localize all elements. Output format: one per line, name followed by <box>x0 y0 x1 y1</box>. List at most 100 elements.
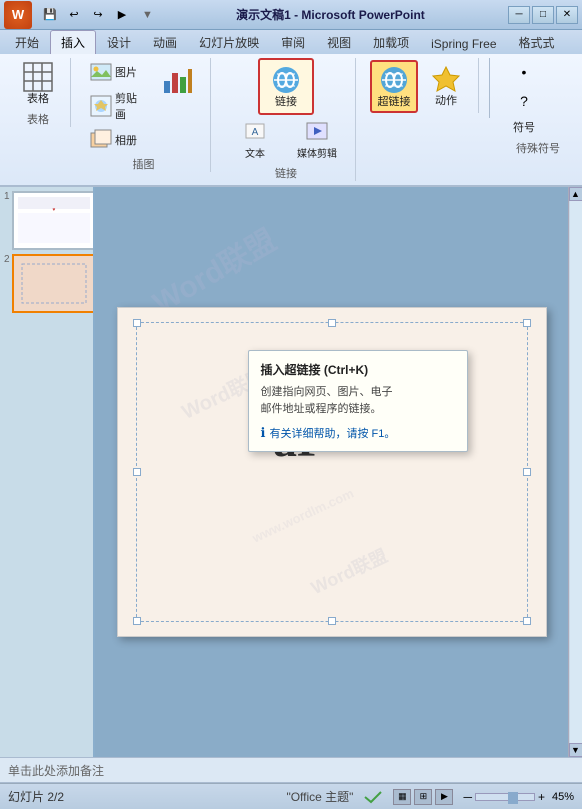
symbols-group-label: 待殊符号 <box>516 138 560 156</box>
ribbon-content: 表格 表格 图片 <box>0 54 582 185</box>
zoom-control: ─ + 45% <box>463 790 574 804</box>
insert-media-button[interactable]: 媒体剪辑 <box>287 117 347 163</box>
status-bar: 幻灯片 2/2 "Office 主题" ▦ ⊞ ▶ ─ + 45% <box>0 783 582 809</box>
hyperlink-button[interactable]: 超链接 <box>370 60 418 113</box>
tab-insert[interactable]: 插入 <box>50 30 96 54</box>
ribbon-group-links: 链接 A 文本 <box>217 58 356 181</box>
table-icon <box>22 61 54 93</box>
quick-undo[interactable]: ↩ <box>64 5 84 25</box>
ribbon-group-illustration: 图片 剪贴画 <box>77 58 211 172</box>
hyperlink-icon <box>378 64 410 96</box>
zoom-thumb[interactable] <box>508 792 518 804</box>
canvas-container: Word联盟 www.wordlm.com Word联盟 www.wordlm.… <box>95 187 582 757</box>
scroll-track[interactable] <box>570 201 582 743</box>
ribbon-group-hyperlink: 超链接 动作 <box>362 58 479 113</box>
slideshow-icon[interactable]: ▶ <box>435 789 453 805</box>
maximize-button[interactable]: □ <box>532 6 554 24</box>
scroll-down-button[interactable]: ▼ <box>569 743 582 757</box>
main-content: 1 ♥ 2 <box>0 187 582 757</box>
slide-1-thumb[interactable]: ♥ <box>12 191 95 250</box>
handle-bl[interactable] <box>133 617 141 625</box>
clipart-label: 剪贴画 <box>115 90 147 122</box>
handle-mr[interactable] <box>523 468 531 476</box>
svg-text:♥: ♥ <box>52 207 55 213</box>
quick-preview[interactable]: ▶ <box>112 5 132 25</box>
normal-view-icon[interactable]: ▦ <box>393 789 411 805</box>
action-button[interactable]: 动作 <box>422 60 470 113</box>
album-icon <box>90 129 112 151</box>
tab-addins[interactable]: 加载项 <box>362 30 420 54</box>
links-group-label: 链接 <box>275 163 297 181</box>
quick-save[interactable]: 💾 <box>40 5 60 25</box>
status-check <box>363 790 383 804</box>
notes-placeholder: 单击此处添加备注 <box>8 762 104 779</box>
picture-label: 图片 <box>115 64 137 80</box>
table-group-label: 表格 <box>27 109 49 127</box>
vertical-scrollbar: ▲ ▼ <box>568 187 582 757</box>
handle-ml[interactable] <box>133 468 141 476</box>
ribbon-group-symbols: • ? 符号 待殊符号 <box>500 58 576 156</box>
zoom-slider[interactable] <box>475 793 535 801</box>
window-title: 演示文稿1 - Microsoft PowerPoint <box>153 6 508 23</box>
notes-area[interactable]: 单击此处添加备注 <box>0 757 582 783</box>
tab-view[interactable]: 视图 <box>316 30 362 54</box>
symbol-bullet-button[interactable]: • <box>508 58 568 86</box>
tab-ispring[interactable]: iSpring Free <box>420 33 507 54</box>
slide-2-thumb[interactable] <box>12 254 95 313</box>
insert-table-button[interactable]: 表格 <box>14 58 62 109</box>
slide-sort-icon[interactable]: ⊞ <box>414 789 432 805</box>
insert-picture-button[interactable]: 图片 <box>85 58 152 86</box>
insert-clipart-button[interactable]: 剪贴画 <box>85 87 152 125</box>
ribbon: 表格 表格 图片 <box>0 54 582 187</box>
slide-panel: 1 ♥ 2 <box>0 187 95 757</box>
slide-canvas: Word联盟 www.wordlm.com Word联盟 aF <box>117 307 547 637</box>
question-icon: ? <box>513 90 535 112</box>
tab-design[interactable]: 设计 <box>96 30 142 54</box>
insert-link-button[interactable]: 链接 <box>258 58 314 115</box>
handle-tl[interactable] <box>133 319 141 327</box>
zoom-plus[interactable]: + <box>538 790 545 804</box>
close-button[interactable]: ✕ <box>556 6 578 24</box>
hyperlink-label: 超链接 <box>378 96 411 109</box>
illus-group-label: 插图 <box>133 154 155 172</box>
status-theme: "Office 主题" <box>286 788 353 805</box>
office-button[interactable]: W <box>4 1 32 29</box>
handle-tr[interactable] <box>523 319 531 327</box>
insert-album-button[interactable]: 相册 <box>85 126 152 154</box>
insert-text-button[interactable]: A 文本 <box>225 117 285 163</box>
tab-format[interactable]: 格式式 <box>508 30 566 54</box>
quick-redo[interactable]: ↪ <box>88 5 108 25</box>
tab-start[interactable]: 开始 <box>4 30 50 54</box>
handle-br[interactable] <box>523 617 531 625</box>
symbol-question-button[interactable]: ? <box>508 87 568 115</box>
window-controls: ─ □ ✕ <box>508 6 578 24</box>
link-icon <box>270 64 302 96</box>
illus-buttons: 图片 剪贴画 <box>85 58 202 154</box>
dropdown-arrow[interactable]: ▼ <box>142 9 153 21</box>
zoom-level: 45% <box>552 791 574 803</box>
minimize-button[interactable]: ─ <box>508 6 530 24</box>
handle-tm[interactable] <box>328 319 336 327</box>
text-icon: A <box>244 120 266 142</box>
chart-icon <box>162 63 194 95</box>
insert-chart-button[interactable] <box>154 60 202 98</box>
ribbon-group-table: 表格 表格 <box>6 58 71 127</box>
zoom-minus[interactable]: ─ <box>463 790 472 804</box>
status-slide-info: 幻灯片 2/2 <box>8 788 276 805</box>
clipart-icon <box>90 95 112 117</box>
handle-bm[interactable] <box>328 617 336 625</box>
ribbon-tab-bar: 开始 插入 设计 动画 幻灯片放映 审阅 视图 加载项 iSpring Free… <box>0 30 582 54</box>
picture-icon <box>90 61 112 83</box>
action-label: 动作 <box>435 95 457 108</box>
tab-animation[interactable]: 动画 <box>142 30 188 54</box>
title-bar-left: W 💾 ↩ ↪ ▶ ▼ <box>4 1 153 29</box>
symbol-text-button[interactable]: 符号 <box>508 116 568 138</box>
tooltip-title: 插入超链接 (Ctrl+K) <box>261 361 455 378</box>
tab-slideshow[interactable]: 幻灯片放映 <box>188 30 270 54</box>
illus-small-group: 图片 剪贴画 <box>85 58 152 154</box>
slide-2-container: 2 <box>4 254 89 313</box>
link-large-button[interactable]: 链接 <box>262 62 310 111</box>
bullet-icon: • <box>513 61 535 83</box>
tab-review[interactable]: 审阅 <box>270 30 316 54</box>
scroll-up-button[interactable]: ▲ <box>569 187 582 201</box>
